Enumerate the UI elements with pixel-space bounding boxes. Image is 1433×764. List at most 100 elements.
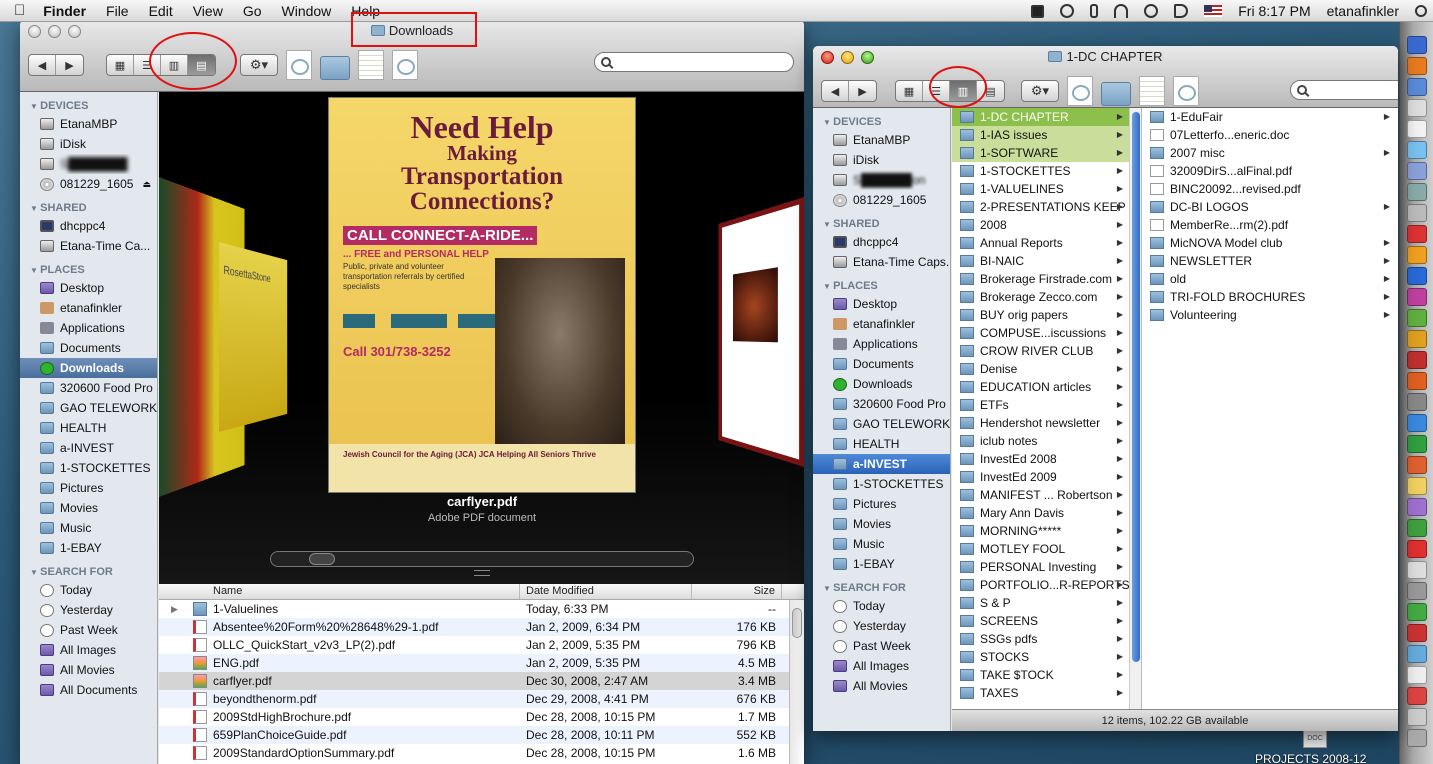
sidebar-item-shared[interactable]: Etana-Time Caps... <box>813 252 950 272</box>
sidebar-item-device[interactable]: EtanaMBP <box>20 114 157 134</box>
cover-item-rosetta[interactable]: RosettaStone <box>219 242 288 432</box>
word-dock-icon[interactable] <box>1406 414 1427 432</box>
app10-dock-icon[interactable] <box>1406 666 1427 684</box>
table-row[interactable]: OLLC_QuickStart_v2v3_LP(2).pdf Jan 2, 200… <box>159 636 804 654</box>
sidebar-item-device[interactable]: 081229_1605 ⏏ <box>20 174 157 194</box>
column-item[interactable]: BI-NAIC ▶ <box>952 252 1141 270</box>
sidebar-heading-places[interactable]: PLACES <box>20 258 157 278</box>
mail-dock-icon[interactable] <box>1406 78 1427 96</box>
action-gear-button[interactable]: ⚙▾ <box>240 54 278 76</box>
menu-view[interactable]: View <box>183 0 233 22</box>
back-button[interactable]: ◀ <box>822 81 849 101</box>
sidebar-heading-search[interactable]: SEARCH FOR <box>813 576 950 596</box>
table-row[interactable]: ▶ 1-Valuelines Today, 6:33 PM -- <box>159 600 804 618</box>
calendar-dock-icon[interactable] <box>1406 120 1427 138</box>
sidebar-item-folder[interactable]: HEALTH <box>20 418 157 438</box>
column-item[interactable]: 2008 ▶ <box>952 216 1141 234</box>
sidebar-item-folder[interactable]: 1-STOCKETTES <box>813 474 950 494</box>
sidebar-item-folder[interactable]: 1-EBAY <box>20 538 157 558</box>
app4-dock-icon[interactable] <box>1406 540 1427 558</box>
sidebar-item-applications[interactable]: Applications <box>20 318 157 338</box>
column-item[interactable]: TRI-FOLD BROCHURES ▶ <box>1142 288 1398 306</box>
sidebar-heading-devices[interactable]: DEVICES <box>813 110 950 130</box>
acrobat-dock-icon[interactable] <box>1406 225 1427 243</box>
sidebar-item-music[interactable]: Music <box>20 518 157 538</box>
apple-menu-icon[interactable]:  <box>0 0 33 22</box>
sidebar-heading-devices[interactable]: DEVICES <box>20 94 157 114</box>
powerpoint-dock-icon[interactable] <box>1406 456 1427 474</box>
firefox-dock-icon[interactable] <box>1406 57 1427 75</box>
bluetooth-icon[interactable] <box>1090 4 1099 18</box>
column-item[interactable]: PERSONAL Investing ▶ <box>952 558 1141 576</box>
column-item[interactable]: InvestEd 2008 ▶ <box>952 450 1141 468</box>
spotlight-icon[interactable] <box>1415 5 1427 17</box>
search-field[interactable] <box>1290 80 1398 100</box>
sidebar-heading-search[interactable]: SEARCH FOR <box>20 560 157 580</box>
stickies-dock-icon[interactable] <box>1406 477 1427 495</box>
column-item[interactable]: MemberRe...rm(2).pdf <box>1142 216 1398 234</box>
table-row[interactable]: 2009StdHighBrochure.pdf Dec 28, 2008, 10:… <box>159 708 804 726</box>
sidebar-item-search[interactable]: Today <box>20 580 157 600</box>
icon-view-button[interactable]: ▦ <box>107 55 134 75</box>
app7-dock-icon[interactable] <box>1406 603 1427 621</box>
sidebar-item-folder[interactable]: GAO TELEWORK <box>813 414 950 434</box>
sidebar-item-folder[interactable]: GAO TELEWORK <box>20 398 157 418</box>
sidebar-item-shared[interactable]: dhcppc4 <box>20 216 157 236</box>
app6-dock-icon[interactable] <box>1406 582 1427 600</box>
flash-dock-icon[interactable] <box>1406 351 1427 369</box>
sidebar-item-shared[interactable]: dhcppc4 <box>813 232 950 252</box>
menu-user[interactable]: etanafinkler <box>1319 3 1407 19</box>
app9-dock-icon[interactable] <box>1406 645 1427 663</box>
column-item[interactable]: CROW RIVER CLUB ▶ <box>952 342 1141 360</box>
sidebar-item-documents[interactable]: Documents <box>813 354 950 374</box>
action-gear-button[interactable]: ⚙▾ <box>1021 80 1059 102</box>
column-item[interactable]: COMPUSE...iscussions ▶ <box>952 324 1141 342</box>
back-button[interactable]: ◀ <box>29 55 56 75</box>
column-item[interactable]: DC-BI LOGOS ▶ <box>1142 198 1398 216</box>
column-item[interactable]: Mary Ann Davis ▶ <box>952 504 1141 522</box>
column-item[interactable]: STOCKS ▶ <box>952 648 1141 666</box>
sidebar-item-search[interactable]: Past Week <box>813 636 950 656</box>
desktop-label[interactable]: PROJECTS 2008-12 <box>1255 752 1366 764</box>
column-header-name[interactable]: Name <box>159 584 520 599</box>
sidebar-item-device[interactable]: iDisk <box>20 134 157 154</box>
menu-file[interactable]: File <box>96 0 139 22</box>
sidebar-item-applications[interactable]: Applications <box>813 334 950 354</box>
app-dock-icon[interactable] <box>1406 393 1427 411</box>
menu-go[interactable]: Go <box>233 0 272 22</box>
cover-item-right[interactable] <box>718 197 804 467</box>
input-flag-icon[interactable] <box>1204 5 1223 17</box>
sidebar-item-device[interactable]: S██████on <box>813 170 950 190</box>
itunes-dock-icon[interactable] <box>1406 162 1427 180</box>
column-item[interactable]: 07Letterfo...eneric.doc <box>1142 126 1398 144</box>
vertical-scrollbar[interactable] <box>789 600 804 764</box>
sidebar-heading-places[interactable]: PLACES <box>813 274 950 294</box>
column-item[interactable]: 1-IAS issues ▶ <box>952 126 1141 144</box>
illustrator-dock-icon[interactable] <box>1406 246 1427 264</box>
cover-item-selected[interactable]: Need Help Making Transportation Connecti… <box>328 97 636 493</box>
sidebar-item-folder[interactable]: a-INVEST <box>20 438 157 458</box>
sidebar-item-downloads[interactable]: Downloads <box>20 358 157 378</box>
cover-scroll-knob[interactable] <box>309 553 335 565</box>
column-item[interactable]: 1-VALUELINES ▶ <box>952 180 1141 198</box>
forward-button[interactable]: ▶ <box>56 55 83 75</box>
sidebar-heading-shared[interactable]: SHARED <box>813 212 950 232</box>
menu-window[interactable]: Window <box>272 0 342 22</box>
column-item[interactable]: old ▶ <box>1142 270 1398 288</box>
sidebar-item-folder[interactable]: 1-STOCKETTES <box>20 458 157 478</box>
sidebar-item-desktop[interactable]: Desktop <box>813 294 950 314</box>
column-item[interactable]: MOTLEY FOOL ▶ <box>952 540 1141 558</box>
column-header-date[interactable]: Date Modified <box>520 584 692 599</box>
sidebar-item-folder[interactable]: HEALTH <box>813 434 950 454</box>
column-item[interactable]: MicNOVA Model club ▶ <box>1142 234 1398 252</box>
volume-icon[interactable] <box>1174 4 1189 18</box>
bridge-dock-icon[interactable] <box>1406 372 1427 390</box>
sidebar-item-music[interactable]: Music <box>813 534 950 554</box>
toolbar-folder-icon[interactable] <box>320 56 350 80</box>
wifi-icon[interactable] <box>1114 4 1129 18</box>
trash-dock-icon[interactable] <box>1406 729 1427 747</box>
column-item[interactable]: iclub notes ▶ <box>952 432 1141 450</box>
column-item[interactable]: Annual Reports ▶ <box>952 234 1141 252</box>
column-item[interactable]: BUY orig papers ▶ <box>952 306 1141 324</box>
sidebar-item-folder[interactable]: 1-EBAY <box>813 554 950 574</box>
